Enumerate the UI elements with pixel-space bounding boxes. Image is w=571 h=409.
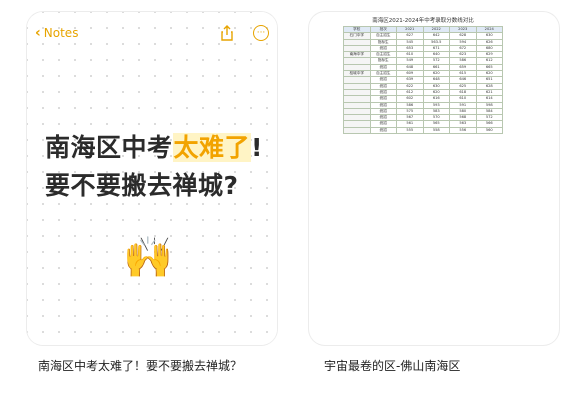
headline-highlight: 太难了 — [172, 133, 252, 162]
table-title: 南海区2021-2024年中考录取分数线对比 — [372, 18, 474, 24]
table-row: 统招 555 558 556 560 — [343, 126, 503, 135]
table-cell: 统招 — [369, 126, 397, 135]
chevron-left-icon: ‹ — [35, 25, 41, 41]
headline-line2: 要不要搬去禅城? — [45, 171, 239, 200]
table-cell: 558 — [422, 126, 450, 135]
note-card[interactable]: ‹ Notes ··· 南海区中考太难了! 要不要搬去禅城? ╲ ╵ ╱ 🙌 — [27, 12, 277, 345]
post-caption-right[interactable]: 宇宙最卷的区-佛山南海区 — [324, 356, 554, 376]
notes-toolbar: ‹ Notes ··· — [35, 22, 269, 44]
table-cell: 560 — [475, 126, 503, 135]
score-table-image: 南海区2021-2024年中考录取分数线对比 学校 批次 2021 2022 2023 2… — [343, 17, 503, 345]
back-label: Notes — [43, 26, 79, 40]
score-table: 学校 批次 2021 2022 2023 2024 石门中学 自主招生 627 642 628 63… — [343, 25, 503, 135]
note-headline: 南海区中考太难了! 要不要搬去禅城? — [45, 129, 263, 205]
more-options-icon[interactable]: ··· — [253, 25, 269, 41]
headline-prefix: 南海区中考 — [45, 133, 173, 162]
notes-back-button[interactable]: ‹ Notes — [35, 25, 78, 41]
table-cell: 555 — [396, 126, 424, 135]
share-icon[interactable] — [219, 25, 235, 41]
table-card[interactable]: 南海区2021-2024年中考录取分数线对比 学校 批次 2021 2022 2023 2… — [309, 12, 559, 345]
table-cell: 556 — [449, 126, 477, 135]
post-caption-left[interactable]: 南海区中考太难了！要不要搬去禅城？ — [38, 356, 253, 376]
table-cell — [343, 126, 371, 135]
headline-suffix: ! — [251, 133, 263, 162]
raising-hands-emoji: 🙌 — [123, 235, 173, 281]
